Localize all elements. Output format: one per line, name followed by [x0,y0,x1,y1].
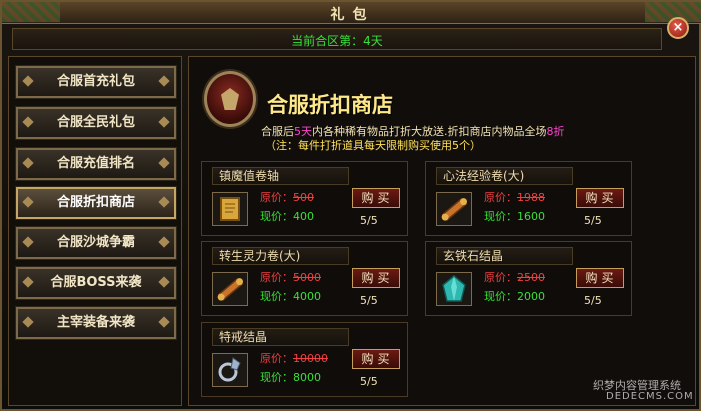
original-price: 原价：10000 [260,350,328,366]
buy-button[interactable]: 购买 [352,268,400,288]
sidebar-item-first-recharge[interactable]: 合服首充礼包 [15,65,177,99]
current-price-label: 现价： [484,210,517,223]
close-icon: × [672,20,684,35]
original-price: 原价：1988 [484,189,545,205]
purchase-count: 5/5 [584,214,602,227]
current-price: 现价：400 [260,208,314,224]
purchase-limit-note: （注：每件打折道具每天限制购买使用5个） [265,139,481,152]
close-button[interactable]: × [667,17,689,39]
item-name: 玄铁石结晶 [436,247,573,265]
sidebar-item-castle-war[interactable]: 合服沙城争霸 [15,226,177,260]
current-price-value: 4000 [293,290,321,303]
desc-discount: 8折 [546,125,565,138]
original-price-label: 原价： [260,191,293,204]
buy-button[interactable]: 购买 [576,268,624,288]
item-name: 镇魔值卷轴 [212,167,349,185]
current-price: 现价：4000 [260,288,321,304]
window-title: 礼包 [330,7,375,23]
item-name: 转生灵力卷(大) [212,247,349,265]
original-price: 原价：5000 [260,269,321,285]
title-bar: 礼包 [2,2,701,24]
shop-item-card: 转生灵力卷(大) 原价：5000 现价：4000 购买 5/5 [201,241,408,316]
discount-shop-panel: 合服折扣商店 合服后5天内各种稀有物品打折大放送.折扣商店内物品全场8折 （注：… [188,56,696,406]
server-info-bar: 当前合区第：4天 [12,28,662,50]
current-price-value: 2000 [517,290,545,303]
original-price-label: 原价： [484,191,517,204]
shop-title: 合服折扣商店 [267,93,393,117]
shop-item-card: 特戒结晶 原价：10000 现价：8000 购买 5/5 [201,322,408,397]
scroll-icon [212,192,248,226]
original-price-label: 原价： [260,271,293,284]
current-price-value: 8000 [293,371,321,384]
purchase-count: 5/5 [360,375,378,388]
purchase-count: 5/5 [360,214,378,227]
crystal-icon [436,272,472,306]
server-day-text: 当前合区第：4天 [291,34,383,48]
sidebar-item-recharge-rank[interactable]: 合服充值排名 [15,147,177,181]
original-price-value: 1988 [517,191,545,204]
original-price: 原价：2500 [484,269,545,285]
sidebar-item-all-players[interactable]: 合服全民礼包 [15,106,177,140]
shop-emblem-icon [204,71,256,127]
original-price-label: 原价： [260,352,293,365]
current-price-label: 现价： [260,290,293,303]
sidebar-item-boss-raid[interactable]: 合服BOSS来袭 [15,266,177,300]
current-price: 现价：2000 [484,288,545,304]
item-name: 特戒结晶 [212,328,349,346]
shop-item-card: 心法经验卷(大) 原价：1988 现价：1600 购买 5/5 [425,161,632,236]
current-price-value: 1600 [517,210,545,223]
buy-button[interactable]: 购买 [352,188,400,208]
item-name: 心法经验卷(大) [436,167,573,185]
original-price-value: 10000 [293,352,328,365]
original-price: 原价：500 [260,189,314,205]
original-price-label: 原价： [484,271,517,284]
rolled-scroll-icon [212,272,248,306]
current-price: 现价：1600 [484,208,545,224]
buy-button[interactable]: 购买 [576,188,624,208]
purchase-count: 5/5 [360,294,378,307]
shop-item-card: 玄铁石结晶 原价：2500 现价：2000 购买 5/5 [425,241,632,316]
current-price-label: 现价： [260,371,293,384]
current-price-value: 400 [293,210,314,223]
sidebar-item-discount-shop[interactable]: 合服折扣商店 [15,186,177,220]
current-price-label: 现价： [484,290,517,303]
ring-crystal-icon [212,353,248,387]
sidebar: 合服首充礼包 合服全民礼包 合服充值排名 合服折扣商店 合服沙城争霸 合服BOS… [8,56,182,406]
rolled-scroll-icon [436,192,472,226]
original-price-value: 5000 [293,271,321,284]
sidebar-item-master-equipment[interactable]: 主宰装备来袭 [15,306,177,340]
shop-item-card: 镇魔值卷轴 原价：500 现价：400 购买 5/5 [201,161,408,236]
purchase-count: 5/5 [584,294,602,307]
watermark-url: DEDECMS.COM [606,391,694,402]
original-price-value: 500 [293,191,314,204]
current-price-label: 现价： [260,210,293,223]
buy-button[interactable]: 购买 [352,349,400,369]
current-price: 现价：8000 [260,369,321,385]
original-price-value: 2500 [517,271,545,284]
gift-window: 礼包 × 当前合区第：4天 合服首充礼包 合服全民礼包 合服充值排名 合服折扣商… [0,0,701,411]
